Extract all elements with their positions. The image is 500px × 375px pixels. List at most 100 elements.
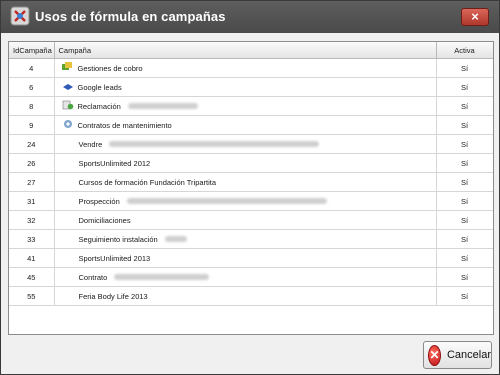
campaign-entry: SportsUnlimited 2012: [59, 159, 432, 168]
cell-id: 33: [9, 229, 55, 249]
cell-campaign: Cursos de formación Fundación Tripartita: [54, 172, 437, 192]
cell-active: Sí: [436, 77, 493, 97]
campaign-grid: IdCampaña Campaña Activa 4 Gestiones de c…: [8, 41, 494, 335]
table-row[interactable]: 26 SportsUnlimited 2012 Sí: [9, 153, 493, 173]
cancel-button[interactable]: ✕ Cancelar: [423, 341, 492, 369]
cell-id: 9: [9, 115, 55, 135]
campaign-table: IdCampaña Campaña Activa 4 Gestiones de c…: [9, 42, 493, 306]
table-row[interactable]: 27 Cursos de formación Fundación Triparti…: [9, 172, 493, 192]
table-row[interactable]: 8 Reclamación Sí: [9, 96, 493, 116]
table-row[interactable]: 24 Vendre Sí: [9, 134, 493, 154]
column-header-campaign[interactable]: Campaña: [54, 42, 437, 59]
contract-icon: [62, 119, 74, 131]
campaign-entry: Reclamación: [59, 100, 432, 112]
cell-active: Sí: [436, 58, 493, 78]
cell-id: 27: [9, 172, 55, 192]
campaign-name: Seguimiento instalación: [78, 234, 158, 244]
campaign-name: Google leads: [77, 82, 122, 92]
campaign-entry: Seguimiento instalación: [59, 235, 432, 244]
cell-campaign: Domiciliaciones: [54, 210, 437, 230]
table-row[interactable]: 6 Google leads Sí: [9, 77, 493, 97]
redacted-text: [109, 141, 320, 147]
campaign-name: Gestiones de cobro: [77, 63, 143, 73]
cell-active: Sí: [436, 96, 493, 116]
cell-campaign: Contratos de mantenimiento: [54, 115, 437, 135]
campaign-entry: Contratos de mantenimiento: [59, 119, 432, 131]
table-row[interactable]: 45 Contrato Sí: [9, 267, 493, 287]
campaign-name: Contrato: [78, 272, 108, 282]
campaign-entry: Vendre: [59, 140, 432, 149]
cell-active: Sí: [436, 191, 493, 211]
cell-active: Sí: [436, 210, 493, 230]
campaign-name: Feria Body Life 2013: [78, 291, 148, 301]
cell-id: 41: [9, 248, 55, 268]
cell-id: 6: [9, 77, 55, 97]
campaign-entry: Cursos de formación Fundación Tripartita: [59, 178, 432, 187]
campaign-entry: Google leads: [59, 81, 432, 93]
cell-active: Sí: [436, 134, 493, 154]
table-row[interactable]: 31 Prospección Sí: [9, 191, 493, 211]
cell-campaign: SportsUnlimited 2013: [54, 248, 437, 268]
cancel-label: Cancelar: [446, 349, 491, 361]
cell-active: Sí: [436, 248, 493, 268]
table-row[interactable]: 55 Feria Body Life 2013 Sí: [9, 286, 493, 306]
cell-id: 24: [9, 134, 55, 154]
redacted-text: [126, 198, 327, 204]
cell-id: 32: [9, 210, 55, 230]
cell-campaign: Reclamación: [54, 96, 437, 116]
dialog-window: Usos de fórmula en campañas × IdCampaña …: [0, 0, 500, 375]
complaint-icon: [62, 100, 74, 112]
table-row[interactable]: 9 Contratos de mantenimiento Sí: [9, 115, 493, 135]
cell-campaign: Seguimiento instalación: [54, 229, 437, 249]
cell-id: 31: [9, 191, 55, 211]
campaign-name: SportsUnlimited 2013: [78, 253, 151, 263]
cell-campaign: Gestiones de cobro: [54, 58, 437, 78]
cell-campaign: Prospección: [54, 191, 437, 211]
cell-active: Sí: [436, 229, 493, 249]
cell-campaign: Google leads: [54, 77, 437, 97]
cell-campaign: Feria Body Life 2013: [54, 286, 437, 306]
cell-id: 4: [9, 58, 55, 78]
cell-active: Sí: [436, 286, 493, 306]
app-icon: [10, 6, 30, 26]
campaign-entry: Prospección: [59, 197, 432, 206]
cell-active: Sí: [436, 153, 493, 173]
cancel-icon: ✕: [428, 344, 441, 366]
money-icon: [61, 62, 74, 74]
redacted-text: [114, 274, 210, 280]
google-leads-icon: [62, 81, 74, 93]
campaign-entry: Feria Body Life 2013: [59, 292, 432, 301]
campaign-entry: Contrato: [59, 273, 432, 282]
table-row[interactable]: 4 Gestiones de cobro Sí: [9, 58, 493, 78]
cell-id: 55: [9, 286, 55, 306]
campaign-name: Vendre: [78, 139, 103, 149]
campaign-entry: Domiciliaciones: [59, 216, 432, 225]
column-header-id[interactable]: IdCampaña: [9, 42, 55, 59]
table-header-row: IdCampaña Campaña Activa: [9, 42, 493, 59]
table-row[interactable]: 41 SportsUnlimited 2013 Sí: [9, 248, 493, 268]
cell-active: Sí: [436, 267, 493, 287]
table-row[interactable]: 33 Seguimiento instalación Sí: [9, 229, 493, 249]
cell-id: 26: [9, 153, 55, 173]
campaign-name: SportsUnlimited 2012: [78, 158, 151, 168]
cell-active: Sí: [436, 115, 493, 135]
campaign-name: Reclamación: [77, 101, 121, 111]
column-header-active[interactable]: Activa: [436, 42, 493, 59]
cell-campaign: Contrato: [54, 267, 437, 287]
campaign-entry: SportsUnlimited 2013: [59, 254, 432, 263]
window-title: Usos de fórmula en campañas: [35, 9, 226, 24]
campaign-entry: Gestiones de cobro: [59, 62, 432, 74]
cell-id: 8: [9, 96, 55, 116]
cell-id: 45: [9, 267, 55, 287]
cell-campaign: SportsUnlimited 2012: [54, 153, 437, 173]
campaign-name: Contratos de mantenimiento: [77, 120, 172, 130]
cell-campaign: Vendre: [54, 134, 437, 154]
table-row[interactable]: 32 Domiciliaciones Sí: [9, 210, 493, 230]
campaign-name: Cursos de formación Fundación Tripartita: [78, 177, 217, 187]
campaign-name: Domiciliaciones: [78, 215, 131, 225]
redacted-text: [164, 236, 187, 242]
close-button[interactable]: ×: [461, 8, 489, 26]
campaign-name: Prospección: [78, 196, 120, 206]
cell-active: Sí: [436, 172, 493, 192]
redacted-text: [127, 103, 198, 109]
